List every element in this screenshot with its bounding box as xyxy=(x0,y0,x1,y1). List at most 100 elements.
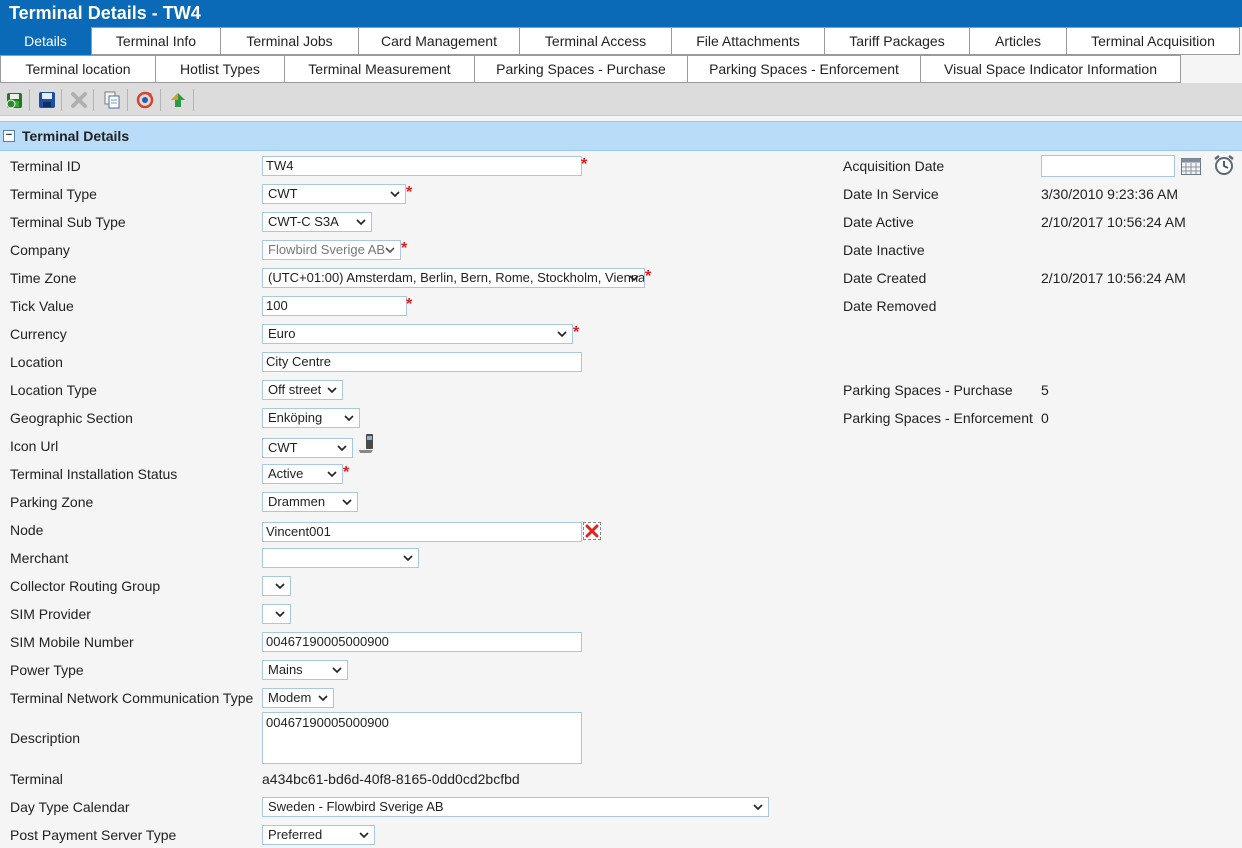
location-type-value: Off street xyxy=(268,382,322,397)
time-zone-select[interactable]: (UTC+01:00) Amsterdam, Berlin, Bern, Rom… xyxy=(262,268,645,288)
currency-label: Currency xyxy=(10,326,67,342)
terminal-type-select[interactable]: CWT xyxy=(262,184,406,204)
merchant-select[interactable] xyxy=(262,548,419,568)
chevron-down-icon xyxy=(327,471,337,478)
location-type-label: Location Type xyxy=(10,382,97,398)
tab-parking-spaces-purchase[interactable]: Parking Spaces - Purchase xyxy=(474,55,688,83)
terminal-device-icon xyxy=(357,432,377,454)
tab-tariff-packages[interactable]: Tariff Packages xyxy=(824,27,970,55)
time-zone-value: (UTC+01:00) Amsterdam, Berlin, Bern, Rom… xyxy=(268,270,645,285)
power-type-value: Mains xyxy=(268,662,303,677)
acquisition-date-label: Acquisition Date xyxy=(843,158,945,174)
sim-provider-select[interactable] xyxy=(262,604,291,624)
parking-zone-select[interactable]: Drammen xyxy=(262,492,358,512)
chevron-down-icon xyxy=(356,219,366,226)
currency-value: Euro xyxy=(268,326,296,341)
tab-terminal-measurement[interactable]: Terminal Measurement xyxy=(284,55,475,83)
chevron-down-icon xyxy=(337,445,347,452)
tab-articles[interactable]: Articles xyxy=(969,27,1067,55)
required-marker: * xyxy=(401,240,408,257)
acquisition-date-input[interactable] xyxy=(1041,155,1175,177)
chevron-down-icon xyxy=(275,583,285,590)
terminal-id-input[interactable]: TW4 xyxy=(262,156,582,176)
collapse-toggle-icon[interactable]: − xyxy=(3,130,15,142)
tab-terminal-info[interactable]: Terminal Info xyxy=(91,27,221,55)
terminal-guid-value: a434bc61-bd6d-40f8-8165-0dd0cd2bcfbd xyxy=(262,771,520,787)
geographic-section-label: Geographic Section xyxy=(10,410,133,426)
parking-spaces-purchase-label: Parking Spaces - Purchase xyxy=(843,382,1013,398)
icon-url-select[interactable]: CWT xyxy=(262,438,353,458)
day-type-calendar-select[interactable]: Sweden - Flowbird Sverige AB xyxy=(262,797,769,817)
refresh-settings-icon[interactable] xyxy=(133,88,157,112)
chevron-down-icon xyxy=(390,191,400,198)
power-type-label: Power Type xyxy=(10,662,84,678)
required-marker: * xyxy=(645,268,652,285)
date-created-value: 2/10/2017 10:56:24 AM xyxy=(1041,270,1186,286)
terminal-guid-label: Terminal xyxy=(10,771,63,787)
required-marker: * xyxy=(343,464,350,481)
terminal-sub-type-label: Terminal Sub Type xyxy=(10,214,126,230)
tab-terminal-acquisition[interactable]: Terminal Acquisition xyxy=(1066,27,1240,55)
sim-mobile-number-input[interactable]: 00467190005000900 xyxy=(262,632,582,652)
chevron-down-icon xyxy=(318,695,328,702)
currency-select[interactable]: Euro xyxy=(262,324,573,344)
chevron-down-icon xyxy=(332,667,342,674)
node-input[interactable]: Vincent001 xyxy=(262,522,582,542)
installation-status-select[interactable]: Active xyxy=(262,464,343,484)
tab-parking-spaces-enforcement[interactable]: Parking Spaces - Enforcement xyxy=(687,55,921,83)
required-marker: * xyxy=(581,156,588,173)
required-marker: * xyxy=(406,296,413,313)
sim-mobile-number-label: SIM Mobile Number xyxy=(10,634,134,650)
delete-icon[interactable] xyxy=(67,88,91,112)
network-comm-type-label: Terminal Network Communication Type xyxy=(10,690,254,706)
tab-terminal-jobs[interactable]: Terminal Jobs xyxy=(220,27,359,55)
clear-node-icon[interactable] xyxy=(583,522,601,540)
network-comm-type-value: Modem xyxy=(268,690,312,705)
power-type-select[interactable]: Mains xyxy=(262,660,348,680)
chevron-down-icon xyxy=(275,611,285,618)
geographic-section-value: Enköping xyxy=(268,410,323,425)
tick-value-input[interactable]: 100 xyxy=(262,296,407,316)
collector-routing-group-select[interactable] xyxy=(262,576,291,596)
save-icon[interactable] xyxy=(35,88,59,112)
clock-icon[interactable] xyxy=(1213,154,1235,176)
upload-icon[interactable] xyxy=(166,88,190,112)
calendar-icon[interactable] xyxy=(1180,156,1202,176)
chevron-down-icon xyxy=(342,499,352,506)
tab-terminal-location[interactable]: Terminal location xyxy=(0,55,156,83)
chevron-down-icon xyxy=(344,415,354,422)
post-payment-server-type-label: Post Payment Server Type xyxy=(10,827,177,843)
sim-provider-label: SIM Provider xyxy=(10,606,91,622)
tab-hotlist-types[interactable]: Hotlist Types xyxy=(155,55,285,83)
section-title: Terminal Details xyxy=(22,128,130,144)
terminal-sub-type-value: CWT-C S3A xyxy=(268,214,339,229)
tab-file-attachments[interactable]: File Attachments xyxy=(671,27,825,55)
network-comm-type-select[interactable]: Modem xyxy=(262,688,334,708)
chevron-down-icon xyxy=(327,387,337,394)
geographic-section-select[interactable]: Enköping xyxy=(262,408,360,428)
description-textarea[interactable]: 00467190005000900 xyxy=(262,712,582,764)
chevron-down-icon xyxy=(385,247,395,254)
tab-visual-space-indicator-information[interactable]: Visual Space Indicator Information xyxy=(920,55,1181,83)
post-payment-server-type-value: Preferred xyxy=(268,827,323,842)
location-type-select[interactable]: Off street xyxy=(262,380,343,400)
post-payment-server-type-select[interactable]: Preferred xyxy=(262,825,375,845)
chevron-down-icon xyxy=(359,832,369,839)
copy-icon[interactable] xyxy=(100,88,124,112)
terminal-type-value: CWT xyxy=(268,186,298,201)
parking-spaces-enforcement-value: 0 xyxy=(1041,410,1049,426)
day-type-calendar-label: Day Type Calendar xyxy=(10,799,130,815)
tab-terminal-access[interactable]: Terminal Access xyxy=(519,27,672,55)
terminal-sub-type-select[interactable]: CWT-C S3A xyxy=(262,212,372,232)
tab-card-management[interactable]: Card Management xyxy=(358,27,520,55)
tick-value-label: Tick Value xyxy=(10,298,74,314)
chevron-down-icon xyxy=(403,555,413,562)
terminal-id-label: Terminal ID xyxy=(10,158,81,174)
location-input[interactable]: City Centre xyxy=(262,352,582,372)
tab-details[interactable]: Details xyxy=(0,27,91,55)
time-zone-label: Time Zone xyxy=(10,270,77,286)
parking-spaces-enforcement-label: Parking Spaces - Enforcement xyxy=(843,410,1033,426)
date-inactive-label: Date Inactive xyxy=(843,242,925,258)
save-and-close-icon[interactable] xyxy=(3,88,27,112)
collector-routing-group-label: Collector Routing Group xyxy=(10,578,161,594)
